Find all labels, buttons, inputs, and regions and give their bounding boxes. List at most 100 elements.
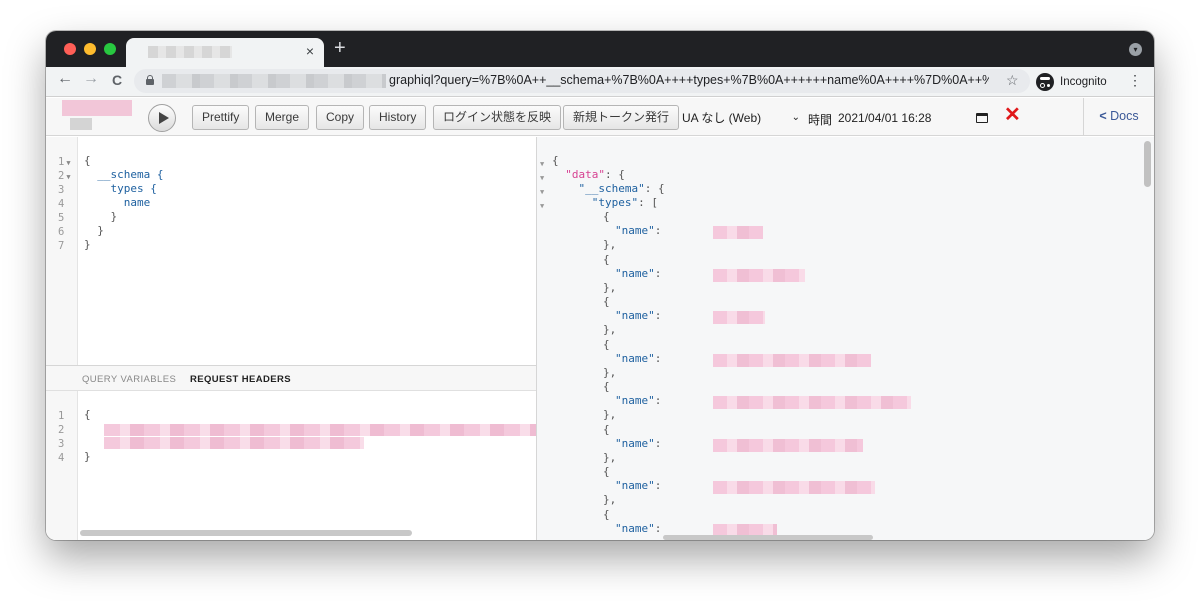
code-line: },: [603, 450, 617, 464]
fold-icon[interactable]: ▼: [540, 157, 544, 171]
play-icon: [158, 112, 169, 124]
lock-icon[interactable]: [146, 75, 154, 85]
history-button[interactable]: History: [369, 105, 427, 130]
code-line: {: [603, 210, 610, 223]
code-line: {: [84, 408, 91, 421]
execute-query-button[interactable]: [148, 104, 176, 132]
fold-icon[interactable]: ▼: [66, 159, 70, 167]
forward-button[interactable]: →: [80, 70, 102, 88]
maximize-window-button[interactable]: [104, 43, 116, 55]
line-number: 3: [58, 438, 65, 450]
time-input[interactable]: 2021/04/01 16:28: [838, 107, 1000, 129]
incognito-icon: [1036, 73, 1054, 91]
issue-new-token-button[interactable]: 新規トークン発行: [563, 105, 680, 130]
browser-toolbar: ← → C graphiql?query=%7B%0A++__schema+%7…: [46, 67, 1154, 97]
code-line: },: [603, 323, 617, 336]
docs-label: Docs: [1110, 109, 1139, 123]
minimize-window-button[interactable]: [84, 43, 96, 55]
json-punct: :: [654, 394, 662, 407]
code-line: }: [84, 210, 118, 223]
new-tab-button[interactable]: +: [334, 37, 346, 60]
copy-button[interactable]: Copy: [316, 105, 365, 130]
json-punct: : {: [644, 182, 665, 195]
browser-tab[interactable]: ×: [126, 38, 324, 67]
code-line: name: [84, 196, 151, 209]
type-name-redacted: [713, 353, 871, 367]
chevron-left-icon: <: [1099, 109, 1107, 123]
browser-window: × + ▾ ← → C graphiql?query=%7B%0A++__sch…: [46, 31, 1154, 540]
line-number: 4: [58, 198, 65, 210]
vertical-scrollbar[interactable]: [1144, 141, 1151, 187]
code-line: {: [603, 507, 610, 521]
type-name-redacted: [713, 226, 763, 239]
reload-button[interactable]: C: [106, 72, 128, 88]
tab-strip: × + ▾: [46, 31, 1154, 67]
code-line: {: [603, 422, 610, 436]
json-key: "data": [565, 168, 605, 181]
code-line: },: [603, 408, 617, 421]
line-number: 1: [58, 156, 65, 168]
code-line: {: [552, 154, 559, 167]
code-line: {: [603, 465, 610, 478]
merge-button[interactable]: Merge: [255, 105, 310, 130]
time-value: 2021/04/01 16:28: [838, 111, 932, 125]
code-line: "name":: [615, 522, 661, 536]
json-key: "name": [615, 479, 655, 492]
browser-menu-icon[interactable]: ⋮: [1128, 72, 1142, 89]
user-agent-select[interactable]: UA なし (Web) ⌄: [682, 107, 802, 129]
line-number: 6: [58, 226, 65, 238]
bookmark-star-icon[interactable]: ☆: [1006, 72, 1019, 89]
code-line: "name":: [615, 224, 661, 238]
query-editor[interactable]: 1 ▼ 2 ▼ 3 4 5 6 7 { __schema { types { nam…: [46, 137, 536, 365]
code-line: }: [84, 238, 91, 251]
fold-icon[interactable]: ▼: [540, 199, 544, 213]
tab-title-redacted: [148, 46, 232, 58]
json-punct: :: [654, 351, 662, 365]
apply-login-state-button[interactable]: ログイン状態を反映: [433, 105, 562, 130]
tab-query-variables[interactable]: QUERY VARIABLES: [82, 374, 176, 385]
code-line: {: [84, 154, 91, 167]
json-punct: :: [654, 479, 662, 492]
code-line: "name":: [615, 394, 661, 408]
prettify-button[interactable]: Prettify: [192, 105, 250, 130]
line-number: 2: [58, 424, 65, 436]
incognito-indicator[interactable]: Incognito: [1036, 70, 1107, 94]
header-value-redacted: [104, 424, 536, 436]
query-gutter: 1 ▼ 2 ▼ 3 4 5 6 7: [46, 137, 78, 365]
address-bar[interactable]: graphiql?query=%7B%0A++__schema+%7B%0A++…: [134, 69, 1030, 93]
code-line: }: [84, 450, 91, 463]
clear-time-button[interactable]: ✕: [1004, 105, 1021, 125]
calendar-icon[interactable]: [976, 113, 988, 123]
code-line: "types": [: [552, 196, 658, 210]
type-name-redacted: [713, 268, 805, 282]
horizontal-scrollbar[interactable]: [80, 530, 412, 536]
docs-button[interactable]: < Docs: [1083, 98, 1154, 135]
json-punct: : {: [605, 168, 625, 181]
fold-icon[interactable]: ▼: [540, 185, 544, 199]
fold-icon[interactable]: ▼: [540, 171, 544, 185]
fold-icon[interactable]: ▼: [66, 173, 70, 181]
window-controls: [64, 43, 116, 55]
code-line: },: [603, 238, 617, 251]
url-redacted: [162, 74, 386, 88]
horizontal-scrollbar[interactable]: [663, 535, 873, 540]
url-text: graphiql?query=%7B%0A++__schema+%7B%0A++…: [389, 73, 989, 87]
request-headers-editor[interactable]: 1 2 3 4 { }: [46, 391, 536, 540]
close-window-button[interactable]: [64, 43, 76, 55]
json-key: "name": [615, 394, 655, 407]
tab-search-icon[interactable]: ▾: [1129, 43, 1142, 56]
user-agent-value: UA なし (Web): [682, 111, 762, 125]
result-viewer[interactable]: { "data": { "__schema": { "types": [ ▼ ▼…: [537, 137, 1154, 540]
code-line: {: [603, 337, 610, 351]
time-label: 時間: [808, 113, 833, 127]
variables-panel-header: QUERY VARIABLES REQUEST HEADERS: [46, 365, 536, 391]
line-number: 4: [58, 452, 65, 464]
type-name-redacted: [713, 481, 875, 494]
close-tab-icon[interactable]: ×: [306, 43, 314, 59]
code-line: {: [603, 380, 610, 393]
json-key: "name": [615, 224, 655, 237]
tab-request-headers[interactable]: REQUEST HEADERS: [190, 374, 291, 385]
headers-gutter: 1 2 3 4: [46, 391, 78, 540]
back-button[interactable]: ←: [54, 70, 76, 88]
json-key: "name": [615, 521, 655, 535]
